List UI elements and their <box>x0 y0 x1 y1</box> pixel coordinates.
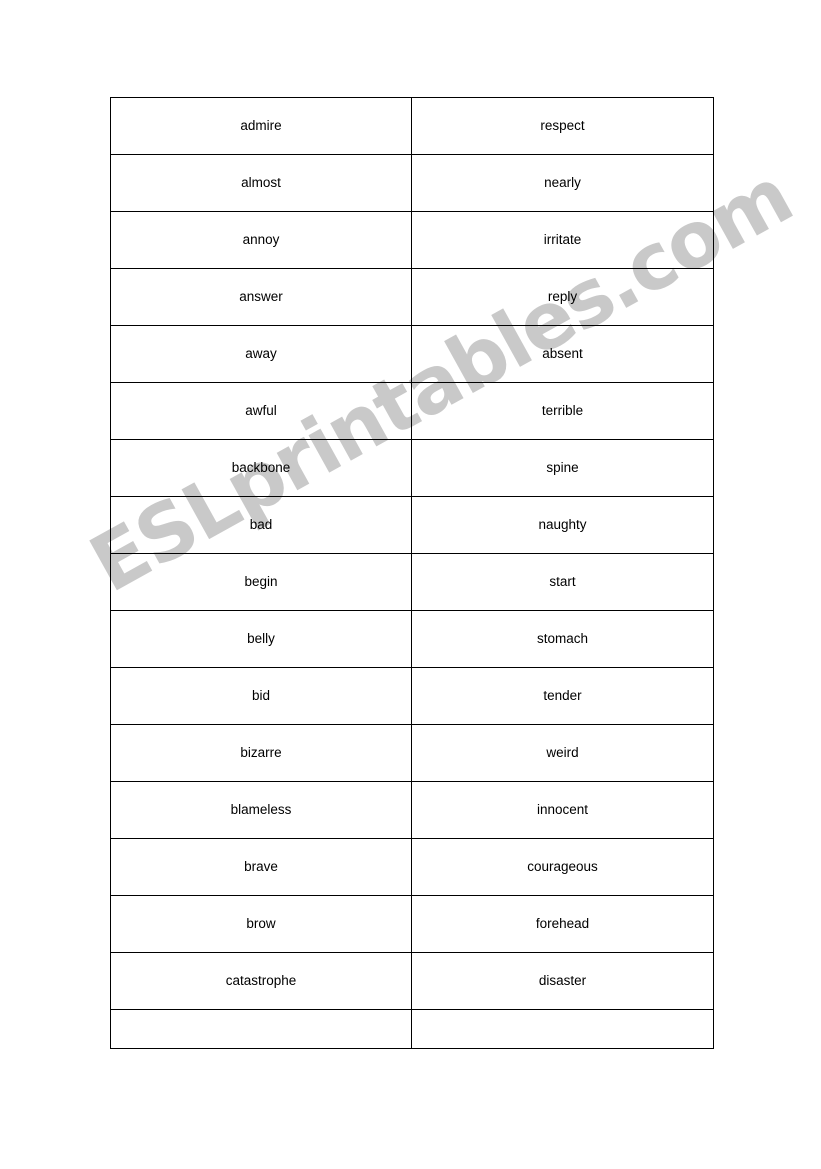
table-row-empty <box>110 1009 714 1049</box>
table-row: away absent <box>110 325 714 383</box>
word-text: answer <box>239 289 283 305</box>
synonym-text: tender <box>543 688 582 704</box>
synonym-cell: irritate <box>411 211 714 269</box>
synonym-text: terrible <box>541 403 584 419</box>
word-text: admire <box>240 118 282 134</box>
synonym-text: nearly <box>544 175 581 191</box>
synonym-text: respect <box>540 118 585 134</box>
table-row: brow forehead <box>110 895 714 953</box>
synonym-pairs-table-body: admire respect almost nearly annoy irritate an… <box>110 97 714 1049</box>
table-row: awful terrible <box>110 382 714 440</box>
word-text: blameless <box>230 802 292 818</box>
synonym-text: spine <box>546 460 579 476</box>
synonym-cell-empty <box>411 1009 714 1049</box>
synonym-cell: respect <box>411 97 714 155</box>
synonym-cell: spine <box>411 439 714 497</box>
synonym-cell: terrible <box>411 382 714 440</box>
synonym-cell: stomach <box>411 610 714 668</box>
synonym-cell: tender <box>411 667 714 725</box>
word-cell: awful <box>110 382 412 440</box>
word-text: backbone <box>231 460 291 476</box>
table-row: annoy irritate <box>110 211 714 269</box>
word-cell: blameless <box>110 781 412 839</box>
word-cell: almost <box>110 154 412 212</box>
synonym-text: disaster <box>538 973 587 989</box>
synonym-cell: forehead <box>411 895 714 953</box>
synonym-text: weird <box>546 745 579 761</box>
word-cell-empty <box>110 1009 412 1049</box>
table-row: backbone spine <box>110 439 714 497</box>
word-cell: bid <box>110 667 412 725</box>
word-text: almost <box>241 175 281 191</box>
synonym-cell: reply <box>411 268 714 326</box>
synonym-cell: courageous <box>411 838 714 896</box>
word-text: belly <box>247 631 275 647</box>
table-row: catastrophe disaster <box>110 952 714 1010</box>
synonym-text: stomach <box>536 631 589 647</box>
synonym-cell: disaster <box>411 952 714 1010</box>
word-cell: away <box>110 325 412 383</box>
word-text: begin <box>244 574 278 590</box>
word-cell: bizarre <box>110 724 412 782</box>
word-cell: annoy <box>110 211 412 269</box>
word-cell: brow <box>110 895 412 953</box>
synonym-text: reply <box>547 289 578 305</box>
synonym-cell: start <box>411 553 714 611</box>
word-cell: begin <box>110 553 412 611</box>
synonym-cell: nearly <box>411 154 714 212</box>
table-row: almost nearly <box>110 154 714 212</box>
table-row: answer reply <box>110 268 714 326</box>
synonym-cell: weird <box>411 724 714 782</box>
synonym-text: absent <box>542 346 583 362</box>
word-cell: admire <box>110 97 412 155</box>
table-row: brave courageous <box>110 838 714 896</box>
synonym-text: naughty <box>538 517 587 533</box>
synonym-text: start <box>549 574 576 590</box>
table-row: bizarre weird <box>110 724 714 782</box>
word-cell: answer <box>110 268 412 326</box>
table-row: blameless innocent <box>110 781 714 839</box>
word-text: bizarre <box>240 745 282 761</box>
synonym-cell: naughty <box>411 496 714 554</box>
word-text: annoy <box>242 232 280 248</box>
table-row: bid tender <box>110 667 714 725</box>
table-row: begin start <box>110 553 714 611</box>
word-text: bid <box>251 688 270 704</box>
word-cell: catastrophe <box>110 952 412 1010</box>
synonym-text: courageous <box>527 859 598 875</box>
word-text: away <box>245 346 277 362</box>
table-row: belly stomach <box>110 610 714 668</box>
synonym-text: irritate <box>543 232 582 248</box>
synonym-pairs-table: admire respect almost nearly annoy irritate an… <box>110 97 714 1049</box>
word-text: brave <box>244 859 278 875</box>
word-text: bad <box>249 517 273 533</box>
synonym-cell: absent <box>411 325 714 383</box>
word-text: catastrophe <box>225 973 297 989</box>
word-cell: bad <box>110 496 412 554</box>
word-text: awful <box>245 403 277 419</box>
word-cell: brave <box>110 838 412 896</box>
word-cell: backbone <box>110 439 412 497</box>
table-row: bad naughty <box>110 496 714 554</box>
table-row: admire respect <box>110 97 714 155</box>
synonym-text: innocent <box>536 802 589 818</box>
word-text: brow <box>246 916 276 932</box>
synonym-cell: innocent <box>411 781 714 839</box>
synonym-text: forehead <box>535 916 590 932</box>
worksheet-page: ESLprintables.com admire respect almost nea… <box>0 0 821 1169</box>
word-cell: belly <box>110 610 412 668</box>
